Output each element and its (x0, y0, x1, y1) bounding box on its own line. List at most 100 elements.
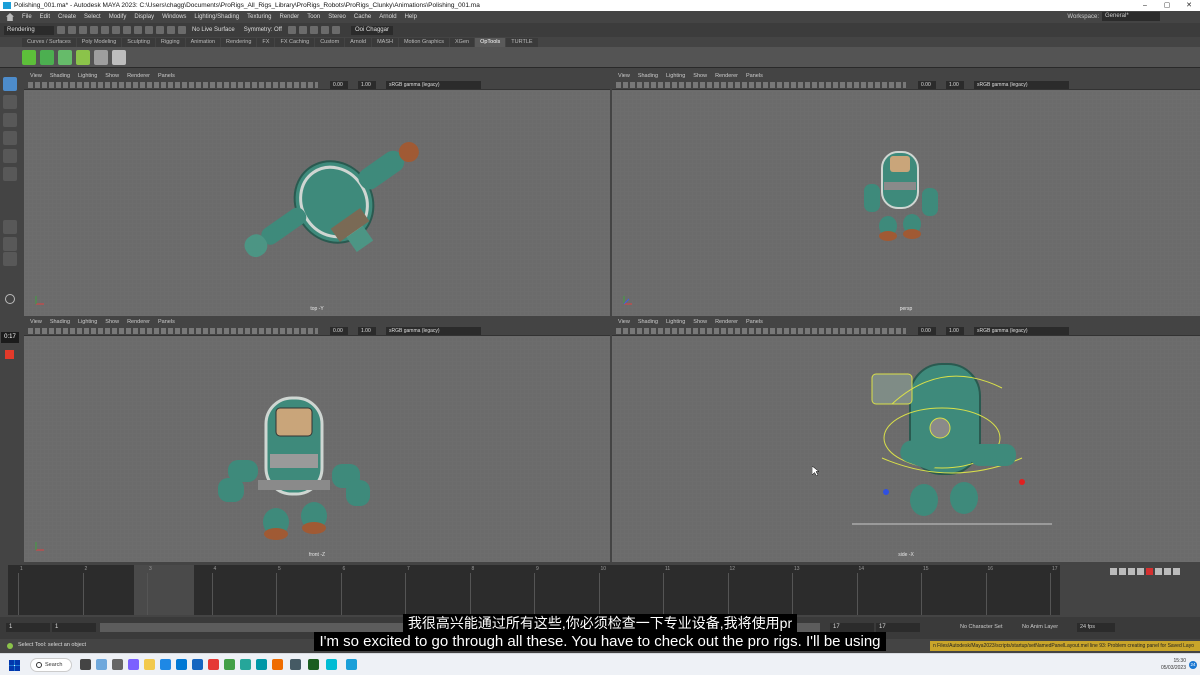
redo-icon[interactable] (101, 26, 109, 34)
undo-icon[interactable] (90, 26, 98, 34)
notification-badge[interactable]: 24 (1189, 661, 1197, 669)
vp-menu-panels[interactable]: Panels (746, 72, 763, 80)
close-button[interactable]: ✕ (1178, 0, 1200, 11)
step-back-frame-icon[interactable] (1128, 568, 1135, 575)
shelf-tab-turtle[interactable]: TURTLE (506, 38, 538, 47)
rotate-tool-icon[interactable] (3, 149, 17, 163)
shelf-tab-sculpting[interactable]: Sculpting (122, 38, 155, 47)
viewport-front[interactable]: View Shading Lighting Show Renderer Pane… (24, 318, 610, 562)
new-scene-icon[interactable] (57, 26, 65, 34)
gamma-field[interactable]: 1.00 (358, 327, 376, 335)
vp-menu-shading[interactable]: Shading (50, 72, 70, 80)
vp-menu-show[interactable]: Show (693, 72, 707, 80)
colorspace-dropdown[interactable]: sRGB gamma (legacy) (386, 327, 481, 335)
open-scene-icon[interactable] (68, 26, 76, 34)
menu-cache[interactable]: Cache (354, 14, 371, 20)
chrome-icon[interactable] (208, 659, 219, 670)
user-account[interactable]: Ooi Chaggar (350, 25, 393, 35)
app-icon-5[interactable] (272, 659, 283, 670)
lasso-tool-icon[interactable] (3, 95, 17, 109)
shelf-tab-animation[interactable]: Animation (185, 38, 221, 47)
menu-windows[interactable]: Windows (162, 14, 186, 20)
home-icon[interactable] (6, 13, 14, 21)
shelf-tab-custom[interactable]: Custom (315, 38, 345, 47)
vp-menu-shading[interactable]: Shading (638, 318, 658, 326)
workspace-dropdown[interactable]: General* (1102, 12, 1160, 21)
menu-file[interactable]: File (22, 14, 32, 20)
vp-menu-show[interactable]: Show (693, 318, 707, 326)
vp-menu-lighting[interactable]: Lighting (666, 318, 685, 326)
exposure-field[interactable]: 0.00 (330, 81, 348, 89)
viewport-toolbar-icons[interactable] (616, 328, 906, 334)
viewport-top[interactable]: View Shading Lighting Show Renderer Pane… (24, 72, 610, 316)
gamma-field[interactable]: 1.00 (946, 327, 964, 335)
colorspace-dropdown[interactable]: sRGB gamma (legacy) (386, 81, 481, 89)
vp-menu-shading[interactable]: Shading (638, 72, 658, 80)
store-icon[interactable] (176, 659, 187, 670)
menu-help[interactable]: Help (405, 14, 417, 20)
edge-icon[interactable] (160, 659, 171, 670)
app-icon-8[interactable] (326, 659, 337, 670)
viewport-side[interactable]: View Shading Lighting Show Renderer Pane… (612, 318, 1200, 562)
shelf-tab-rendering[interactable]: Rendering (221, 38, 257, 47)
time-slider[interactable]: 1 2 3 4 5 6 7 8 9 10 11 12 13 14 15 16 17 (8, 565, 1060, 615)
play-forwards-icon[interactable] (1155, 568, 1162, 575)
shelf-tab-arnold[interactable]: Arnold (345, 38, 372, 47)
shelf-tool-4-icon[interactable] (76, 50, 90, 65)
vp-menu-renderer[interactable]: Renderer (715, 72, 738, 80)
vp-menu-panels[interactable]: Panels (158, 318, 175, 326)
robot-side-view-with-controls[interactable] (852, 348, 1052, 528)
render-icon[interactable] (287, 26, 296, 34)
app-icon-7[interactable] (308, 659, 319, 670)
shelf-tab-optools[interactable]: OpTools (475, 38, 506, 47)
move-tool-icon[interactable] (3, 131, 17, 145)
layout-option-icon[interactable] (3, 252, 17, 266)
minimize-button[interactable]: – (1134, 0, 1156, 11)
viewport-toolbar-icons[interactable] (28, 82, 318, 88)
render-settings-icon[interactable] (309, 26, 318, 34)
app-icon-1[interactable] (112, 659, 123, 670)
pause-icon[interactable] (331, 26, 340, 34)
step-back-key-icon[interactable] (1119, 568, 1126, 575)
exposure-field[interactable]: 0.00 (918, 327, 936, 335)
vp-menu-show[interactable]: Show (105, 318, 119, 326)
stop-recording-icon[interactable] (5, 350, 14, 359)
menu-arnold[interactable]: Arnold (379, 14, 396, 20)
snap-grid-icon[interactable] (145, 26, 153, 34)
exposure-field[interactable]: 0.00 (330, 327, 348, 335)
taskbar-search[interactable]: Search (30, 658, 72, 672)
colorspace-dropdown[interactable]: sRGB gamma (legacy) (974, 81, 1069, 89)
shelf-tool-6-icon[interactable] (112, 50, 126, 65)
shelf-tab-fx-caching[interactable]: FX Caching (275, 38, 315, 47)
shelf-tab-motion-graphics[interactable]: Motion Graphics (398, 38, 449, 47)
maya-taskbar-icon[interactable] (346, 659, 357, 670)
vp-menu-renderer[interactable]: Renderer (715, 318, 738, 326)
teams-icon[interactable] (128, 659, 139, 670)
menu-render[interactable]: Render (280, 14, 300, 20)
shelf-tab-xgen[interactable]: XGen (450, 38, 475, 47)
vp-menu-view[interactable]: View (618, 318, 630, 326)
vp-menu-renderer[interactable]: Renderer (127, 318, 150, 326)
select-tool-icon[interactable] (3, 77, 17, 91)
gamma-field[interactable]: 1.00 (358, 81, 376, 89)
file-explorer-icon[interactable] (144, 659, 155, 670)
app-icon-3[interactable] (240, 659, 251, 670)
task-view-icon[interactable] (80, 659, 91, 670)
vp-menu-panels[interactable]: Panels (746, 318, 763, 326)
shelf-tool-2-icon[interactable] (40, 50, 54, 65)
weather-icon[interactable] (96, 659, 107, 670)
shelf-tool-5-icon[interactable] (94, 50, 108, 65)
app-icon-4[interactable] (256, 659, 267, 670)
shelf-tab-poly-modeling[interactable]: Poly Modeling (76, 38, 122, 47)
exposure-field[interactable]: 0.00 (918, 81, 936, 89)
live-surface-label[interactable]: No Live Surface (192, 27, 235, 33)
vp-menu-view[interactable]: View (30, 72, 42, 80)
play-backwards-icon[interactable] (1137, 568, 1144, 575)
colorspace-dropdown[interactable]: sRGB gamma (legacy) (974, 327, 1069, 335)
stop-playback-icon[interactable] (1146, 568, 1153, 575)
snap-curve-icon[interactable] (156, 26, 164, 34)
viewport-persp[interactable]: View Shading Lighting Show Renderer Pane… (612, 72, 1200, 316)
snap-point-icon[interactable] (167, 26, 175, 34)
symmetry-label[interactable]: Symmetry: Off (244, 27, 282, 33)
vp-menu-view[interactable]: View (30, 318, 42, 326)
